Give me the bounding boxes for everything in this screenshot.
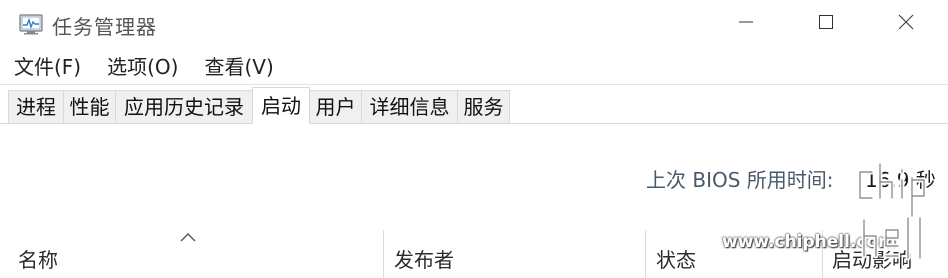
maximize-button[interactable] [786, 0, 866, 48]
close-icon [898, 14, 914, 34]
maximize-icon [818, 14, 834, 34]
bios-time-label: 上次 BIOS 所用时间: [646, 168, 834, 192]
task-manager-window: 任务管理器 文件(F) 选项(O) 查看(V) 进程 性能 应用历史记录 启动 … [0, 0, 948, 278]
menu-options[interactable]: 选项(O) [107, 51, 192, 83]
title-bar: 任务管理器 [0, 0, 948, 48]
minimize-button[interactable] [706, 0, 786, 48]
column-header-status[interactable]: 状态 [656, 244, 696, 273]
menu-file[interactable]: 文件(F) [14, 51, 95, 83]
watermark-logo [850, 158, 938, 278]
column-header-name[interactable]: 名称 [18, 244, 58, 273]
tab-startup[interactable]: 启动 [252, 87, 310, 124]
tab-performance[interactable]: 性能 [63, 90, 116, 123]
tab-details[interactable]: 详细信息 [361, 90, 458, 123]
tab-users[interactable]: 用户 [309, 90, 362, 123]
window-title: 任务管理器 [52, 15, 157, 39]
tab-app-history[interactable]: 应用历史记录 [115, 90, 253, 123]
column-resize-handle[interactable] [383, 230, 384, 278]
tab-processes[interactable]: 进程 [8, 90, 64, 123]
column-resize-handle[interactable] [645, 230, 646, 278]
minimize-icon [738, 14, 754, 34]
task-manager-icon [18, 12, 44, 36]
menu-view[interactable]: 查看(V) [204, 51, 287, 83]
tab-services[interactable]: 服务 [457, 90, 510, 123]
column-header-publisher[interactable]: 发布者 [394, 244, 454, 273]
close-button[interactable] [866, 0, 946, 48]
menu-bar: 文件(F) 选项(O) 查看(V) [0, 50, 948, 84]
